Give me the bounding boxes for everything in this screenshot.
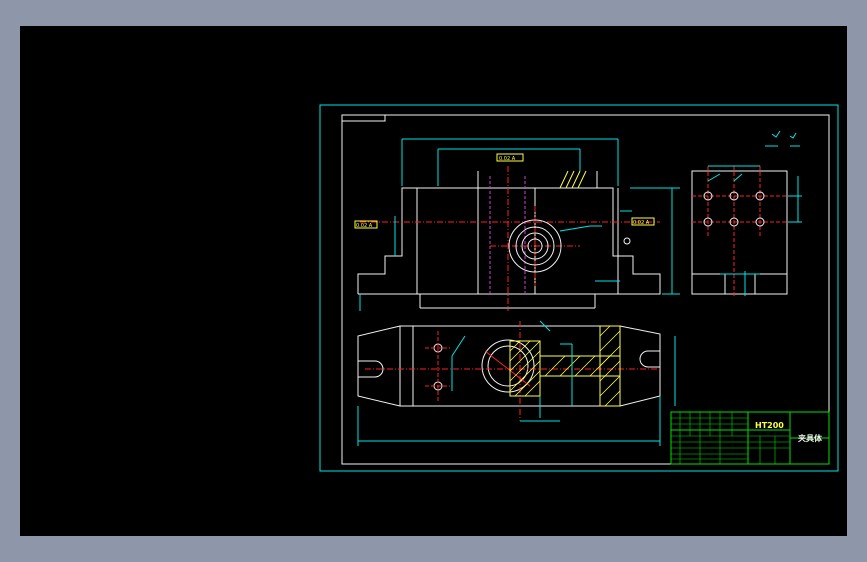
sheet-corner-tab	[341, 114, 386, 122]
title-block: HT200 夹具体	[670, 411, 830, 465]
sheet-cyan-frame	[319, 104, 839, 472]
side-view	[691, 165, 802, 296]
top-view	[357, 320, 676, 446]
part-name-label: 夹具体	[798, 433, 823, 443]
roughness-notes	[765, 130, 800, 147]
drawing-viewport[interactable]: 0.02 A 0.02 A 0.02 A HT200 夹具体	[20, 26, 847, 536]
material-label: HT200	[755, 421, 784, 430]
tolerance-top: 0.02 A	[499, 156, 516, 162]
sheet-outer-border	[319, 104, 839, 472]
tolerance-right: 0.02 A	[633, 220, 650, 226]
tolerance-left: 0.02 A	[356, 223, 373, 229]
front-view: 0.02 A 0.02 A 0.02 A	[354, 138, 680, 311]
cad-drawing: 0.02 A 0.02 A 0.02 A HT200 夹具体	[319, 104, 839, 472]
